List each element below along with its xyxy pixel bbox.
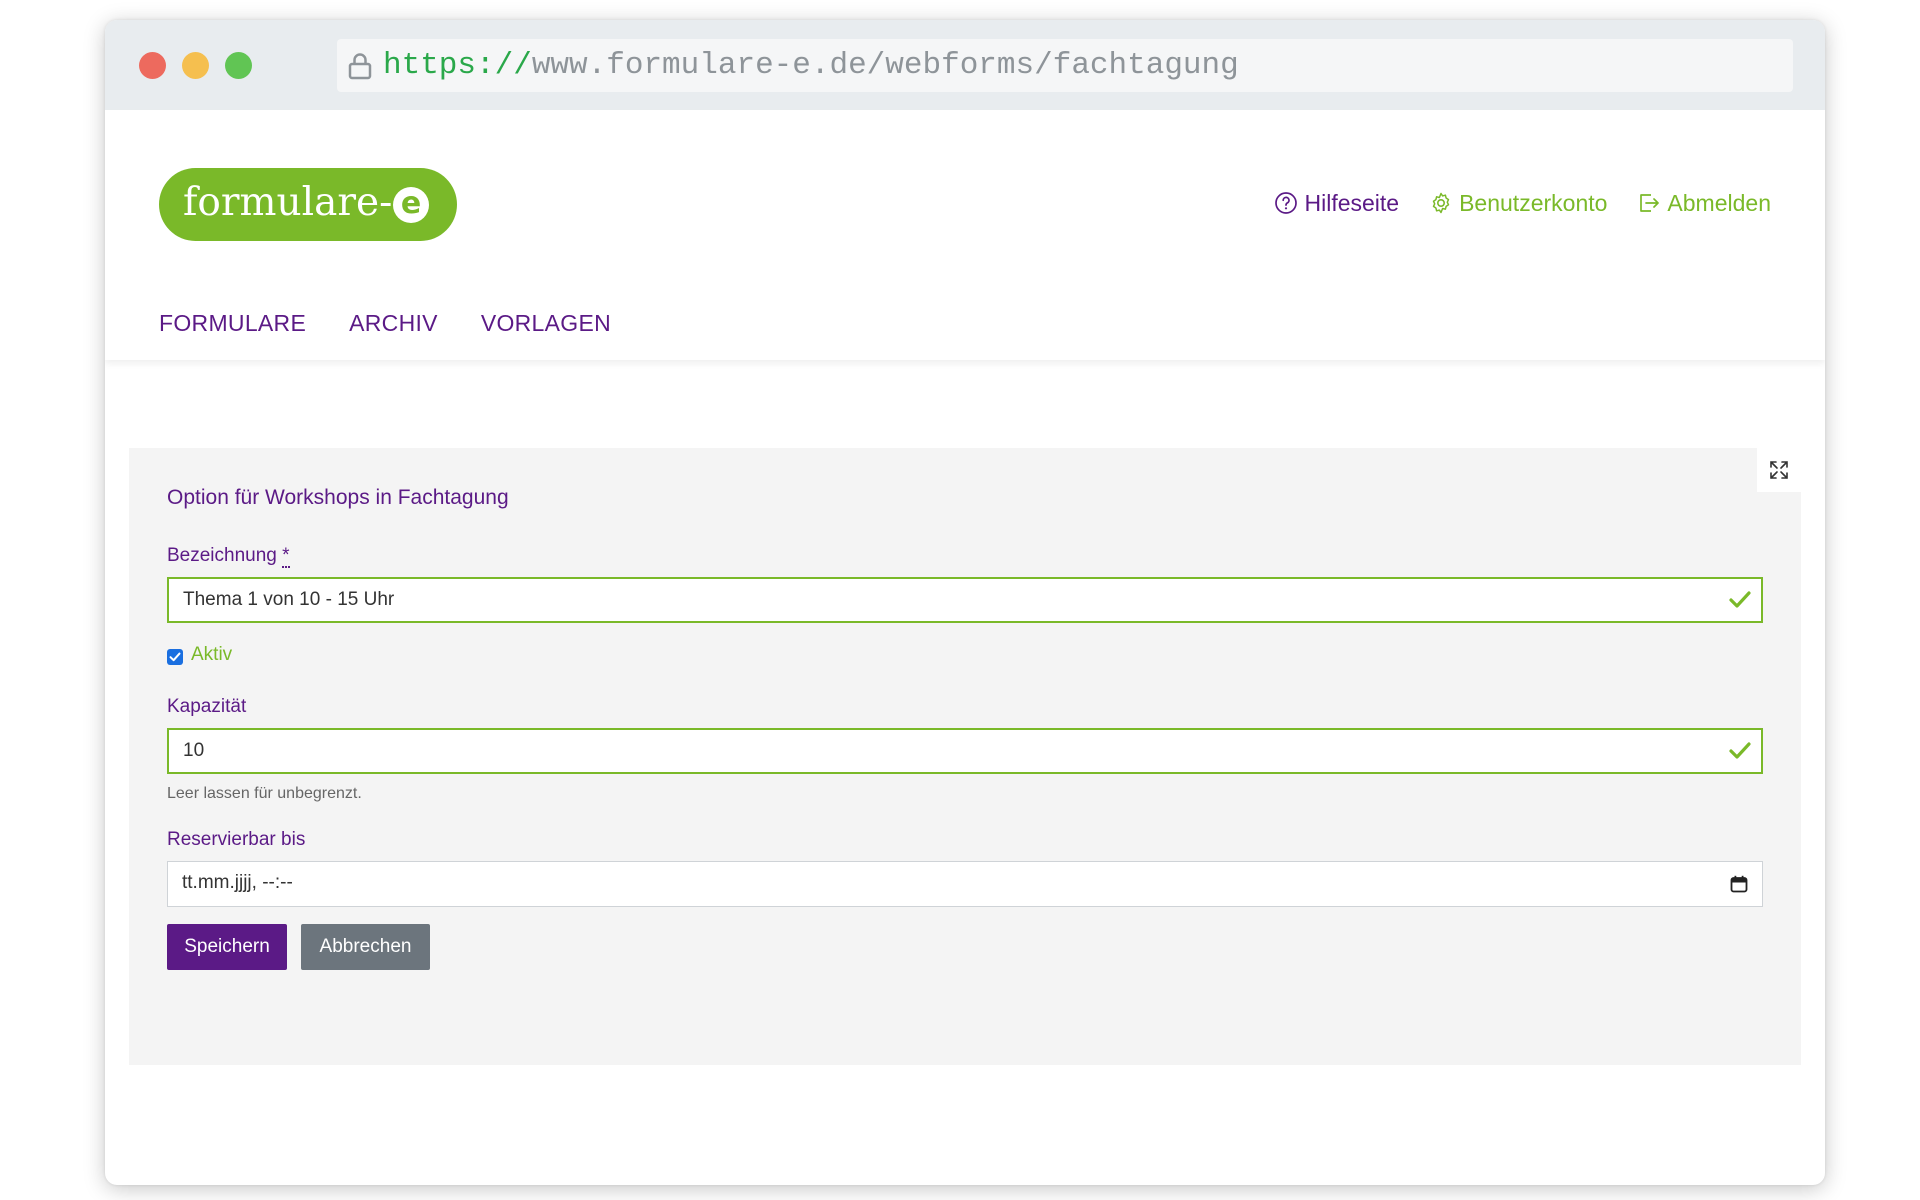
calendar-icon[interactable] <box>1730 875 1748 893</box>
gear-icon <box>1432 192 1450 214</box>
logo-text: formulare- <box>183 180 393 225</box>
bezeichnung-value: Thema 1 von 10 - 15 Uhr <box>183 589 395 610</box>
logout-link-label: Abmelden <box>1667 190 1771 216</box>
expand-button[interactable] <box>1757 448 1801 492</box>
reservierbar-datetime-input[interactable]: tt.mm.jjjj, --:-- <box>167 861 1763 907</box>
required-marker: * <box>282 545 290 568</box>
logo-badge: e <box>393 187 429 223</box>
account-link[interactable]: Benutzerkonto <box>1429 188 1607 218</box>
header-links: Hilfeseite Benutzerkonto Abmelden <box>1274 188 1771 218</box>
zoom-window-button[interactable] <box>225 52 252 79</box>
kapazitaet-input[interactable]: 10 <box>167 728 1763 774</box>
question-circle-icon <box>1275 192 1298 214</box>
browser-titlebar: https://www.formulare-e.de/webforms/fach… <box>105 20 1825 110</box>
close-window-button[interactable] <box>139 52 166 79</box>
url-text: https://www.formulare-e.de/webforms/fach… <box>383 49 1239 83</box>
browser-window: https://www.formulare-e.de/webforms/fach… <box>105 20 1825 1185</box>
minimize-window-button[interactable] <box>182 52 209 79</box>
valid-check-icon <box>1729 591 1751 608</box>
logout-icon <box>1640 194 1660 212</box>
site-logo[interactable]: formulare- e <box>159 168 457 241</box>
nav-item-formulare[interactable]: FORMULARE <box>159 310 306 337</box>
nav-item-vorlagen[interactable]: VORLAGEN <box>481 310 611 337</box>
expand-icon <box>1770 461 1788 479</box>
bezeichnung-input[interactable]: Thema 1 von 10 - 15 Uhr <box>167 577 1763 623</box>
url-scheme: https:// <box>383 48 532 83</box>
url-path: www.formulare-e.de/webforms/fachtagung <box>531 48 1239 83</box>
nav-item-archiv[interactable]: ARCHIV <box>349 310 438 337</box>
site-header: formulare- e Hilfeseite Benutzerkonto Ab… <box>105 110 1825 360</box>
account-link-label: Benutzerkonto <box>1459 190 1608 216</box>
main-nav: FORMULARE ARCHIV VORLAGEN <box>159 310 611 337</box>
address-bar[interactable]: https://www.formulare-e.de/webforms/fach… <box>337 39 1793 92</box>
checkmark-icon <box>169 652 181 662</box>
help-link[interactable]: Hilfeseite <box>1274 188 1399 218</box>
lock-icon <box>348 53 372 80</box>
aktiv-label[interactable]: Aktiv <box>191 644 232 666</box>
valid-check-icon <box>1729 742 1751 759</box>
aktiv-checkbox[interactable] <box>167 649 183 665</box>
logout-link[interactable]: Abmelden <box>1637 188 1771 218</box>
cancel-button[interactable]: Abbrechen <box>301 924 430 970</box>
reservierbar-label: Reservierbar bis <box>167 829 306 850</box>
kapazitaet-help-text: Leer lassen für unbegrenzt. <box>167 785 362 802</box>
reservierbar-placeholder: tt.mm.jjjj, --:-- <box>182 872 293 893</box>
form-title: Option für Workshops in Fachtagung <box>167 486 509 509</box>
help-link-label: Hilfeseite <box>1304 190 1400 216</box>
kapazitaet-label: Kapazität <box>167 696 247 717</box>
form-panel: Option für Workshops in Fachtagung Bezei… <box>129 448 1801 1065</box>
save-button[interactable]: Speichern <box>167 924 287 970</box>
kapazitaet-value: 10 <box>183 740 205 761</box>
bezeichnung-label: Bezeichnung * <box>167 545 290 568</box>
bezeichnung-label-text: Bezeichnung <box>167 545 277 566</box>
